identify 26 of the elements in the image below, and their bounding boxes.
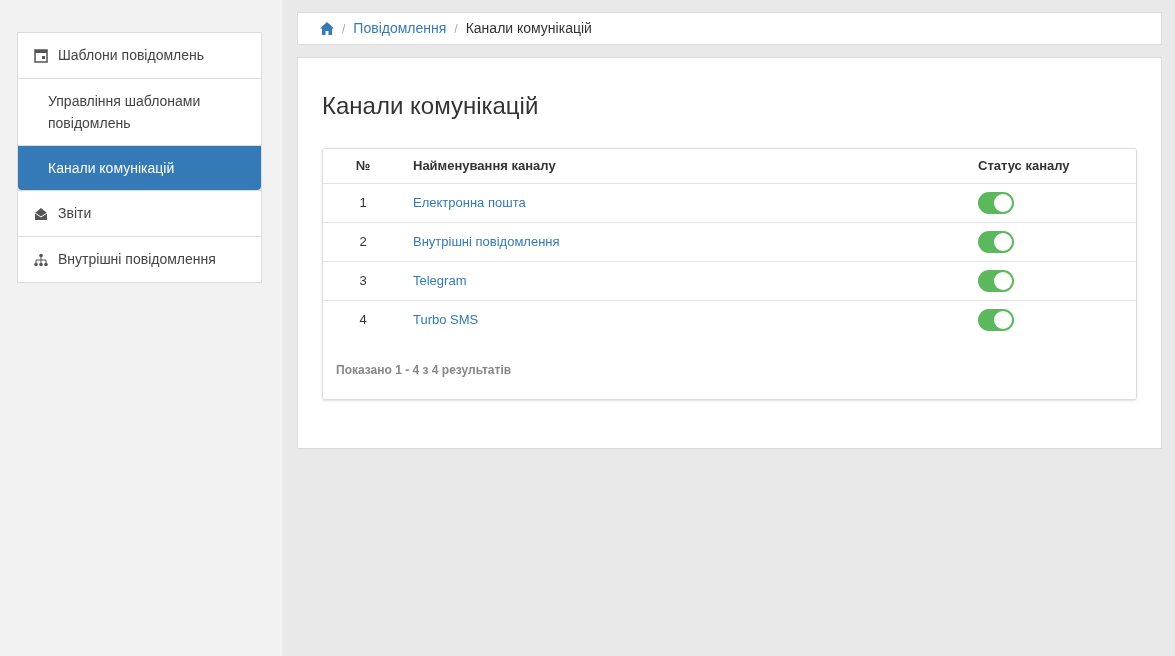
channel-link[interactable]: Telegram — [413, 272, 467, 288]
column-header: Найменування каналу — [403, 149, 978, 183]
page-title: Канали комунікацій — [322, 91, 540, 121]
breadcrumb-current: Канали комунікацій — [465, 19, 592, 38]
status-toggle[interactable] — [978, 308, 1014, 331]
results-summary: Показано 1 - 4 з 4 результатів — [335, 362, 513, 379]
column-header: № — [323, 149, 403, 183]
channel-link[interactable]: Внутрішні повідомлення — [413, 233, 560, 249]
table-cell: 2 — [323, 222, 403, 261]
status-toggle[interactable] — [978, 191, 1014, 214]
sidebar-item[interactable]: Канали комунікацій — [18, 145, 261, 190]
breadcrumb-separator: / — [342, 20, 346, 38]
status-toggle[interactable] — [978, 230, 1014, 253]
channel-link[interactable]: Електронна пошта — [413, 194, 526, 210]
table-cell: 1 — [323, 183, 403, 222]
window-icon — [34, 48, 48, 63]
breadcrumb-separator: / — [454, 20, 458, 38]
table-cell: 3 — [323, 261, 403, 300]
status-toggle[interactable] — [978, 269, 1014, 292]
home-icon[interactable] — [320, 22, 334, 35]
table-cell: 4 — [323, 300, 403, 339]
hierarchy-icon — [34, 252, 48, 267]
breadcrumb-link[interactable]: Повідомлення — [353, 18, 447, 39]
column-header: Статус каналу — [978, 149, 1136, 183]
envelope-icon — [34, 206, 48, 221]
channel-link[interactable]: Turbo SMS — [413, 312, 479, 327]
